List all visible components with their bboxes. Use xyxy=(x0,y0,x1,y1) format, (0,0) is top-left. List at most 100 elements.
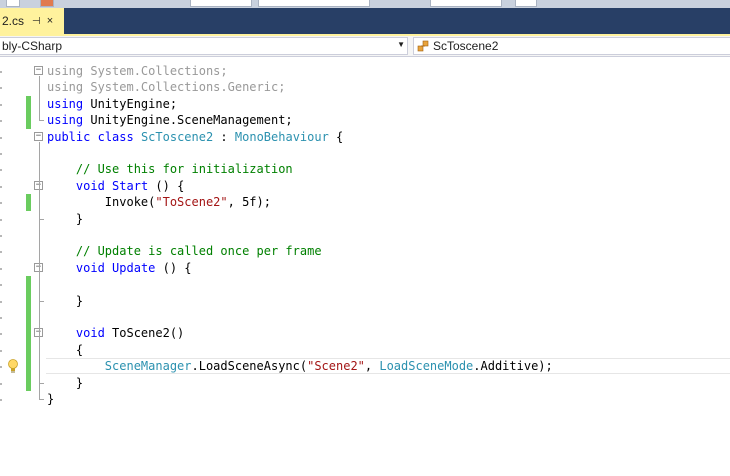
code-token: } xyxy=(47,293,84,308)
code-line[interactable]: { xyxy=(0,341,730,359)
code-text: } xyxy=(47,293,83,309)
code-line[interactable]: // Use this for initialization xyxy=(0,161,730,177)
code-token: } xyxy=(47,375,84,390)
collapse-icon[interactable]: − xyxy=(34,131,43,141)
code-token: { xyxy=(47,342,84,357)
code-token: Invoke( xyxy=(47,195,156,210)
code-text: // Update is called once per frame xyxy=(47,243,322,259)
outline-guide-end xyxy=(39,300,44,302)
code-line[interactable]: } xyxy=(0,374,730,391)
chevron-down-icon[interactable]: ▼ xyxy=(397,40,405,49)
toolbar-dropdown[interactable] xyxy=(190,0,252,7)
change-marker xyxy=(26,276,31,293)
code-text: void ToScene2() xyxy=(47,325,184,341)
margin-dot xyxy=(0,349,2,352)
margin-dot xyxy=(0,71,2,73)
margin-dot xyxy=(0,300,2,303)
margin-dot xyxy=(0,185,2,188)
code-line[interactable]: − using System.Collections; xyxy=(0,63,730,79)
lightbulb-icon[interactable] xyxy=(6,358,20,374)
class-dropdown[interactable]: ScToscene2 xyxy=(413,37,730,55)
margin-dot xyxy=(0,333,2,336)
code-token: // Use this for initialization xyxy=(75,162,293,177)
margin-dot xyxy=(0,103,2,106)
code-text: void Start () { xyxy=(47,178,184,194)
code-line[interactable]: // Update is called once per frame xyxy=(0,243,730,259)
margin-dot xyxy=(0,267,2,270)
code-token: Start xyxy=(112,178,149,193)
code-text: } xyxy=(47,211,83,227)
class-icon xyxy=(417,40,429,52)
outline-guide-end xyxy=(39,120,44,122)
document-tab[interactable]: 2.cs ⊣ × xyxy=(0,8,64,34)
code-token: UnityEngine.SceneManagement; xyxy=(83,113,293,128)
change-marker xyxy=(26,374,31,391)
code-line[interactable] xyxy=(0,227,730,243)
pin-icon[interactable]: ⊣ xyxy=(32,16,41,27)
current-line-highlight xyxy=(46,358,730,375)
code-token: using System.Collections; xyxy=(47,64,228,78)
margin-dot xyxy=(0,366,2,369)
code-token: using xyxy=(47,96,84,111)
margin-dot xyxy=(0,382,2,385)
code-line[interactable] xyxy=(0,309,730,326)
toolbar-dropdown[interactable] xyxy=(258,0,370,7)
code-token: void xyxy=(75,326,105,341)
code-text: void Update () { xyxy=(47,260,192,276)
outline-guide-end xyxy=(39,218,44,220)
code-line[interactable]: } xyxy=(0,211,730,227)
code-line[interactable]: } xyxy=(0,391,730,407)
margin-dot xyxy=(0,120,2,123)
code-line[interactable]: } xyxy=(0,292,730,309)
toolbar-button[interactable] xyxy=(515,0,537,7)
toolbar-button[interactable] xyxy=(40,0,54,7)
code-token: MonoBehaviour xyxy=(234,129,329,144)
code-line[interactable]: using UnityEngine.SceneManagement; xyxy=(0,112,730,129)
toolbar-button[interactable] xyxy=(6,0,20,7)
collapse-icon[interactable]: − xyxy=(34,66,43,75)
code-token: public xyxy=(47,129,91,144)
code-line[interactable]: − void Start () { xyxy=(0,178,730,194)
code-token: Update xyxy=(112,260,156,275)
code-line[interactable]: − void ToScene2() xyxy=(0,325,730,342)
navigation-bar: bly-CSharp ▼ ScToscene2 xyxy=(0,36,730,57)
code-token: void xyxy=(75,178,105,193)
code-line[interactable]: − void Update () { xyxy=(0,260,730,276)
outline-guide xyxy=(39,338,40,383)
change-marker xyxy=(26,309,31,326)
margin-dot xyxy=(0,399,2,401)
code-line[interactable] xyxy=(0,145,730,161)
code-line[interactable]: using System.Collections.Generic; xyxy=(0,79,730,95)
outline-guide xyxy=(39,76,40,121)
code-editor[interactable]: − using System.Collections; using System.C… xyxy=(0,57,730,476)
change-marker xyxy=(26,358,31,375)
code-text: } xyxy=(47,391,54,407)
outline-guide xyxy=(39,272,40,301)
project-dropdown[interactable]: bly-CSharp ▼ xyxy=(0,37,408,55)
code-line[interactable]: Invoke("ToScene2", 5f); xyxy=(0,194,730,211)
code-token: ToScene2() xyxy=(104,326,185,341)
margin-dot xyxy=(0,284,2,287)
code-text: Invoke("ToScene2", 5f); xyxy=(47,194,271,210)
code-line[interactable] xyxy=(0,276,730,293)
code-text: } xyxy=(47,375,83,391)
margin-dot xyxy=(0,169,2,172)
margin-dot xyxy=(0,218,2,221)
code-line[interactable]: − public class ScToscene2 : MonoBehaviour… xyxy=(0,129,730,145)
code-token: class xyxy=(97,129,134,144)
outline-guide xyxy=(39,190,40,219)
close-icon[interactable]: × xyxy=(47,15,53,27)
toolbar-button[interactable] xyxy=(430,0,502,7)
code-line[interactable]: using UnityEngine; xyxy=(0,95,730,113)
margin-dot xyxy=(0,235,2,237)
change-marker xyxy=(26,325,31,342)
code-token: () { xyxy=(148,178,185,193)
margin-dot xyxy=(0,202,2,205)
document-tab-bar xyxy=(0,8,730,34)
